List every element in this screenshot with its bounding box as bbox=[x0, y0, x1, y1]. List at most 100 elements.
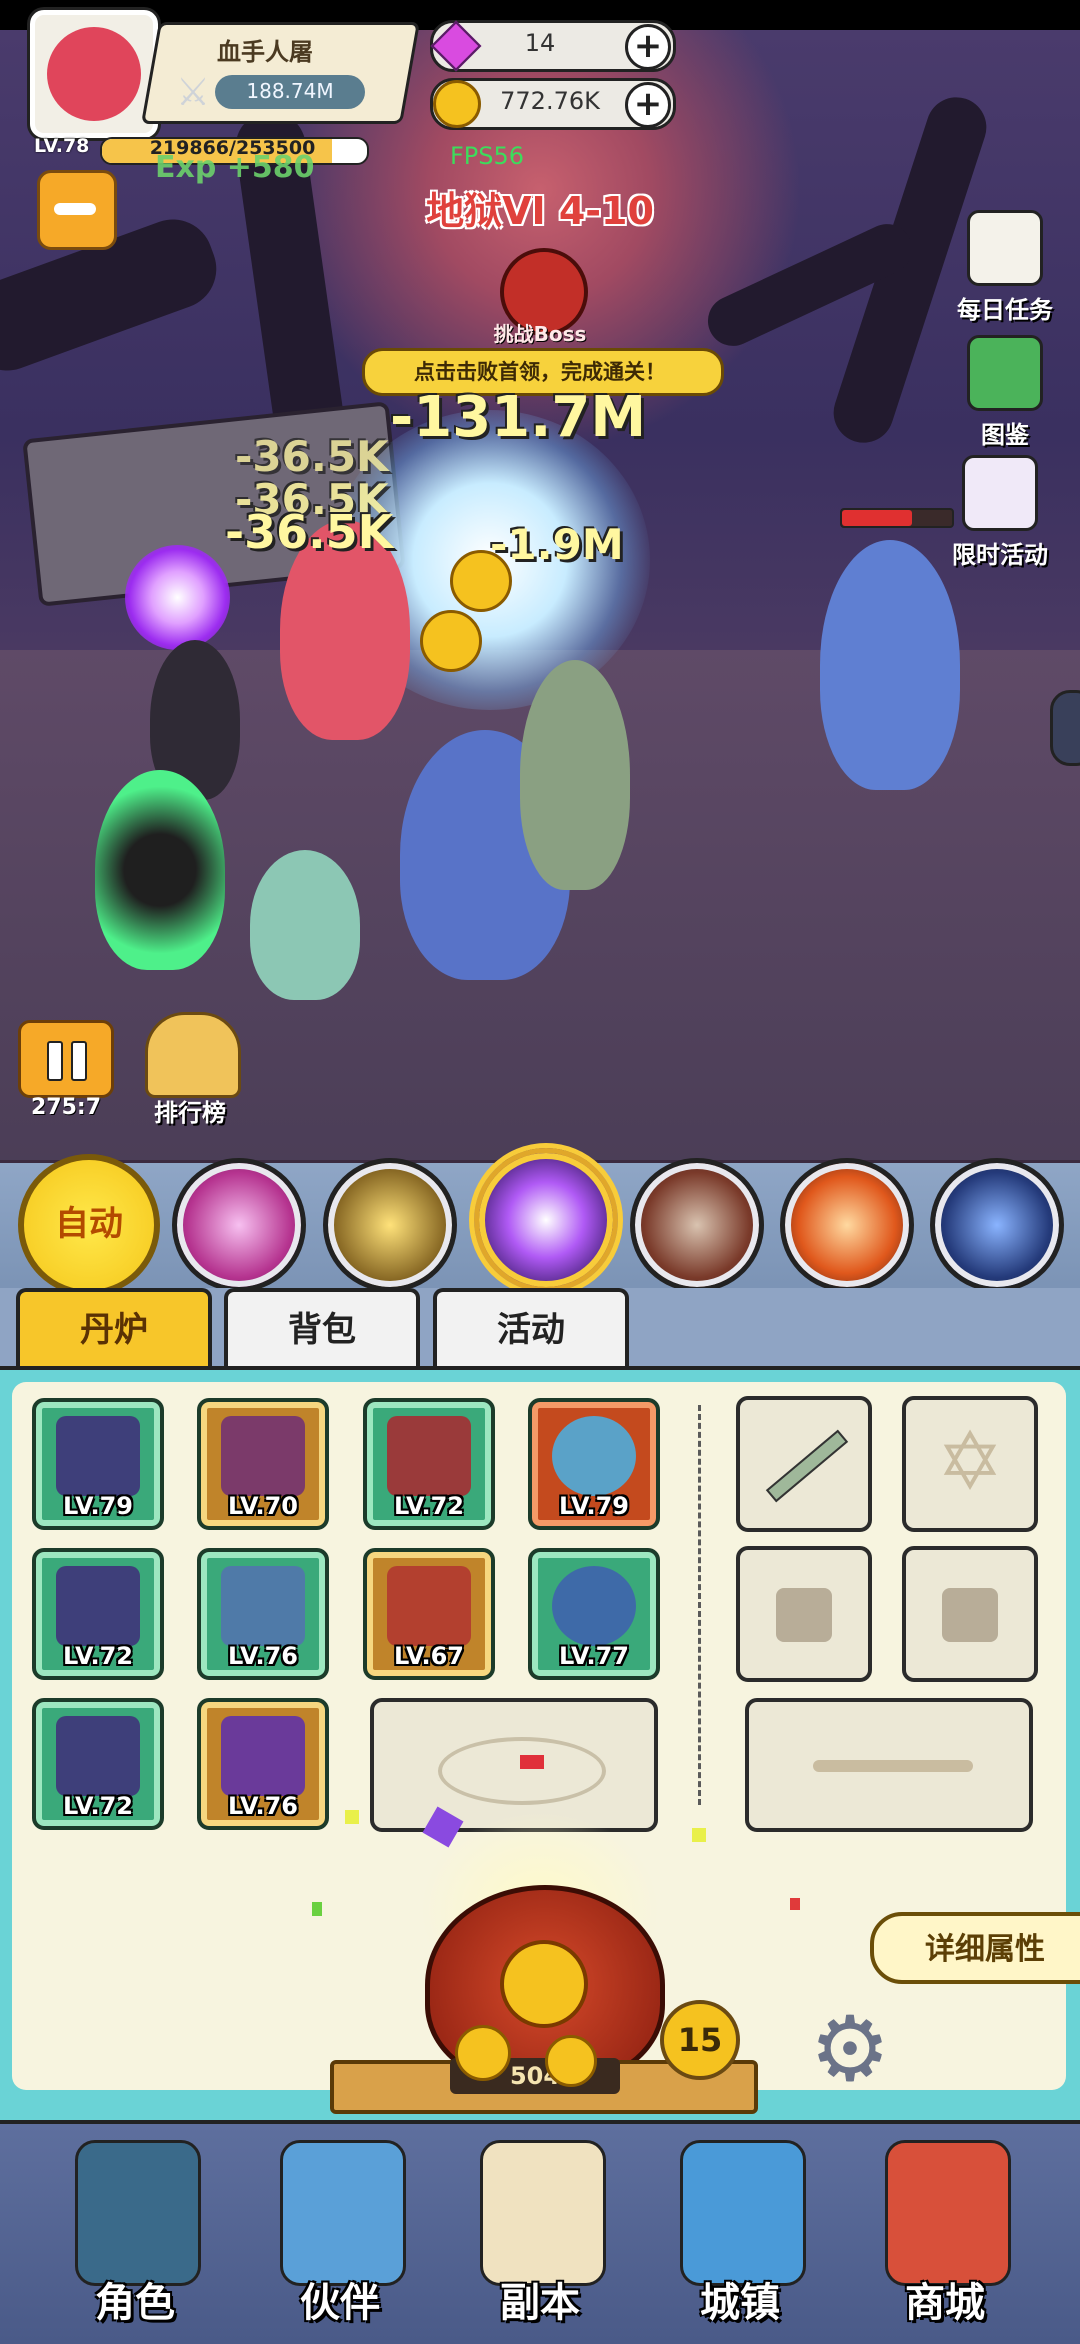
inventory-item[interactable]: LV.67 bbox=[363, 1548, 495, 1680]
inventory-item[interactable]: LV.72 bbox=[32, 1548, 164, 1680]
nav-character[interactable]: 角色 bbox=[50, 2130, 220, 2330]
equipment-slot-locked[interactable] bbox=[902, 1546, 1038, 1682]
armor-icon bbox=[387, 1416, 471, 1496]
helmet-icon bbox=[221, 1716, 305, 1796]
tab-furnace[interactable]: 丹炉 bbox=[16, 1288, 212, 1368]
tab-events[interactable]: 活动 bbox=[433, 1288, 629, 1368]
lock-icon bbox=[942, 1588, 998, 1642]
jade-sword-icon bbox=[56, 1566, 140, 1646]
beast-skill-icon[interactable] bbox=[630, 1158, 764, 1292]
inventory-item[interactable]: LV.72 bbox=[32, 1698, 164, 1830]
add-coins-button[interactable]: + bbox=[625, 82, 671, 128]
damage-number: -131.7M bbox=[390, 385, 647, 450]
inventory-item[interactable]: LV.72 bbox=[363, 1398, 495, 1530]
limited-event-label: 限时活动 bbox=[952, 541, 1048, 569]
daily-task-icon bbox=[967, 210, 1043, 286]
inventory-item[interactable]: LV.70 bbox=[197, 1398, 329, 1530]
ranking-trophy-icon[interactable] bbox=[145, 1012, 241, 1098]
magic-circle-icon bbox=[438, 1737, 606, 1805]
dragon-orb-icon bbox=[552, 1416, 636, 1496]
inventory-item[interactable]: LV.76 bbox=[197, 1548, 329, 1680]
sword-slot-icon bbox=[765, 1429, 849, 1503]
nav-label: 商城 bbox=[905, 2280, 985, 2326]
nav-label: 伙伴 bbox=[300, 2280, 380, 2326]
partner-icon bbox=[280, 2140, 406, 2286]
daily-task-label: 每日任务 bbox=[957, 296, 1053, 324]
inventory-item[interactable]: LV.76 bbox=[197, 1698, 329, 1830]
gem-amount: 14 bbox=[524, 29, 556, 57]
golden-swords-skill-icon[interactable] bbox=[323, 1158, 457, 1292]
furnace-emblem-icon bbox=[500, 1940, 588, 2028]
player-name: 血手人屠 bbox=[217, 38, 313, 66]
nav-shop[interactable]: 商城 bbox=[860, 2130, 1030, 2330]
fairy-cat-pet bbox=[250, 850, 360, 1000]
nav-label: 城镇 bbox=[700, 2280, 780, 2326]
crown-icon bbox=[221, 1416, 305, 1496]
codex-label: 图鉴 bbox=[981, 421, 1029, 449]
pause-button[interactable] bbox=[18, 1020, 114, 1098]
limited-event-icon bbox=[962, 455, 1038, 531]
battle-speed: 275:7 bbox=[30, 1095, 102, 1120]
item-level: LV.72 bbox=[63, 1792, 133, 1820]
confetti bbox=[312, 1902, 322, 1916]
combat-power-value: 188.74M bbox=[246, 79, 334, 103]
bow-icon bbox=[56, 1716, 140, 1796]
inventory-item[interactable]: LV.79 bbox=[528, 1398, 660, 1530]
auto-battle-label[interactable]: 自动 bbox=[18, 1196, 160, 1245]
limited-event-button[interactable]: 限时活动 bbox=[935, 455, 1065, 570]
pink-vortex-skill-icon[interactable] bbox=[172, 1158, 306, 1292]
detail-attributes-label[interactable]: 详细属性 bbox=[885, 1924, 1080, 1968]
challenge-boss-label[interactable]: 挑战Boss bbox=[470, 318, 610, 347]
dragon-orb-blue-icon bbox=[552, 1566, 636, 1646]
add-gems-button[interactable]: + bbox=[625, 24, 671, 70]
pause-icon bbox=[47, 1041, 63, 1081]
tab-backpack[interactable]: 背包 bbox=[224, 1288, 420, 1368]
item-level: LV.70 bbox=[228, 1492, 298, 1520]
trident-slot-icon bbox=[813, 1760, 973, 1772]
weapon-wide-slot[interactable] bbox=[745, 1698, 1033, 1832]
lock-icon bbox=[776, 1588, 832, 1642]
damage-number: -36.5K bbox=[225, 505, 394, 559]
nav-dungeon[interactable]: 副本 bbox=[455, 2130, 625, 2330]
confetti bbox=[692, 1828, 706, 1842]
dungeon-scroll-icon bbox=[480, 2140, 606, 2286]
avatar-face-icon bbox=[47, 27, 141, 121]
purple-orb-skill-icon[interactable] bbox=[474, 1148, 618, 1292]
gear-icon[interactable]: ⚙ bbox=[790, 2000, 910, 2100]
gold-coin-icon bbox=[455, 2025, 511, 2081]
item-level: LV.72 bbox=[394, 1492, 464, 1520]
equipment-slot[interactable]: ✡ bbox=[902, 1396, 1038, 1532]
confetti bbox=[345, 1810, 359, 1824]
blue-rune-skill-icon[interactable] bbox=[930, 1158, 1064, 1292]
shop-icon bbox=[885, 2140, 1011, 2286]
boss-hint-text: 点击击败首领，完成通关！ bbox=[414, 360, 666, 384]
brown-hair-enemy bbox=[520, 660, 630, 890]
inventory-item[interactable]: LV.79 bbox=[32, 1398, 164, 1530]
inventory-item[interactable]: LV.77 bbox=[528, 1548, 660, 1680]
nav-town[interactable]: 城镇 bbox=[655, 2130, 825, 2330]
purple-energy-orb bbox=[125, 545, 230, 650]
divider bbox=[698, 1405, 701, 1805]
heart-charm-icon bbox=[387, 1566, 471, 1646]
furnace-level-badge[interactable]: 15 bbox=[660, 2000, 740, 2080]
item-level: LV.79 bbox=[63, 1492, 133, 1520]
hexagram-slot-icon: ✡ bbox=[936, 1415, 1004, 1508]
item-level: LV.79 bbox=[559, 1492, 629, 1520]
codex-book-icon bbox=[967, 335, 1043, 411]
equipment-slot[interactable] bbox=[736, 1396, 872, 1532]
nav-partner[interactable]: 伙伴 bbox=[255, 2130, 425, 2330]
town-icon bbox=[680, 2140, 806, 2286]
dragon-mirror-icon bbox=[221, 1566, 305, 1646]
nav-label: 角色 bbox=[95, 2280, 175, 2326]
codex-button[interactable]: 图鉴 bbox=[950, 335, 1060, 450]
coin-amount: 772.76K bbox=[500, 87, 600, 115]
player-avatar[interactable] bbox=[30, 10, 158, 138]
nav-label: 副本 bbox=[500, 2280, 580, 2326]
side-edge-button[interactable] bbox=[1050, 690, 1080, 766]
daily-task-button[interactable]: 每日任务 bbox=[950, 210, 1060, 325]
item-level: LV.76 bbox=[228, 1642, 298, 1670]
fire-tornado-skill-icon[interactable] bbox=[780, 1158, 914, 1292]
ranking-label[interactable]: 排行榜 bbox=[130, 1093, 250, 1128]
fps-counter: FPS56 bbox=[450, 142, 525, 170]
equipment-slot-locked[interactable] bbox=[736, 1546, 872, 1682]
